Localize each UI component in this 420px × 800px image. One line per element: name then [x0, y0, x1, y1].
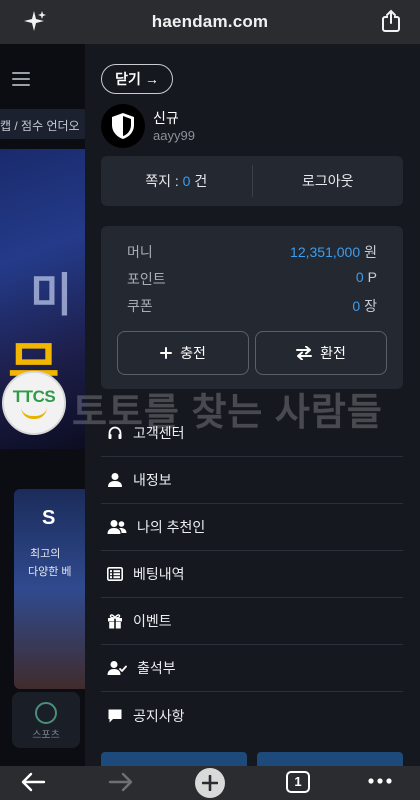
browser-toolbar: 1 — [0, 766, 420, 800]
shield-icon — [112, 113, 134, 139]
points-label: 포인트 — [127, 271, 166, 287]
messages-label: 쪽지 : — [145, 173, 183, 189]
hamburger-icon[interactable] — [12, 72, 30, 86]
promo-line-2: 다양한 베 — [28, 566, 72, 578]
message-icon — [108, 709, 122, 722]
url-text[interactable]: haendam.com — [152, 12, 269, 32]
sparkle-icon[interactable] — [22, 9, 46, 33]
deposit-label: 충전 — [180, 345, 206, 361]
drawer-menu: 고객센터 내정보 나의 추천인 베팅내역 이벤트 출석부 공지사항 — [101, 410, 403, 739]
user-id: aayy99 — [153, 128, 195, 143]
exchange-arrows-icon — [296, 346, 313, 360]
sports-promo-card[interactable]: S 최고의 다양한 베 — [14, 489, 85, 689]
points-unit: P — [367, 269, 377, 285]
withdraw-button[interactable]: 환전 — [255, 331, 387, 375]
watermark-logo-text: TTCS — [12, 387, 56, 406]
share-icon[interactable] — [380, 9, 402, 33]
user-icon — [108, 473, 122, 487]
menu-item-notices[interactable]: 공지사항 — [101, 692, 403, 739]
coupon-row: 쿠폰 0장 — [127, 296, 377, 316]
user-rank: 신규 — [153, 110, 179, 126]
points-row: 포인트 0P — [127, 269, 377, 289]
drawer-footer — [101, 752, 403, 766]
menu-label: 베팅내역 — [133, 566, 185, 582]
soccer-ball-icon — [35, 702, 57, 724]
watermark-logo: TTCS — [2, 371, 66, 435]
tab-sports[interactable]: 스포츠 — [12, 692, 80, 748]
money-unit: 원 — [364, 244, 377, 260]
users-icon — [107, 520, 127, 534]
menu-item-attendance[interactable]: 출석부 — [101, 645, 403, 692]
messages-link[interactable]: 쪽지 : 0 건 — [101, 171, 252, 191]
withdraw-label: 환전 — [320, 345, 346, 361]
forward-icon[interactable] — [108, 771, 134, 793]
menu-label: 출석부 — [137, 660, 176, 676]
plus-icon — [160, 347, 173, 359]
smile-icon — [21, 407, 47, 419]
menu-label: 나의 추천인 — [137, 519, 206, 535]
money-value: 12,351,000 — [290, 244, 361, 260]
deposit-button[interactable]: 충전 — [117, 331, 249, 375]
gift-icon — [108, 614, 122, 629]
user-check-icon — [107, 661, 127, 675]
watermark-text: 토토를 찾는 사람들 — [72, 392, 383, 434]
menu-label: 공지사항 — [133, 707, 185, 724]
messages-unit: 건 — [190, 173, 208, 189]
money-row: 머니 12,351,000 원 — [127, 242, 377, 262]
message-box: 쪽지 : 0 건 로그아웃 — [101, 156, 403, 206]
promo-title: S — [42, 507, 56, 529]
back-icon[interactable] — [20, 771, 46, 793]
new-tab-button[interactable] — [195, 768, 225, 798]
menu-item-my-referrals[interactable]: 나의 추천인 — [101, 504, 403, 551]
menu-item-my-info[interactable]: 내정보 — [101, 457, 403, 504]
close-button[interactable]: 닫기 → — [101, 64, 173, 94]
coupon-value: 0 — [352, 298, 361, 314]
menu-item-events[interactable]: 이벤트 — [101, 598, 403, 645]
menu-label: 이벤트 — [133, 613, 172, 629]
logout-label: 로그아웃 — [301, 173, 354, 189]
browser-url-bar[interactable]: haendam.com — [0, 0, 420, 44]
points-value: 0 — [355, 269, 364, 285]
coupon-unit: 장 — [364, 298, 377, 314]
tab-count[interactable]: 1 — [286, 771, 310, 793]
new-tab-icon — [202, 775, 218, 791]
coupon-label: 쿠폰 — [127, 298, 153, 314]
promo-line-1: 최고의 — [30, 548, 61, 560]
money-label: 머니 — [127, 244, 153, 260]
menu-label: 내정보 — [133, 472, 172, 488]
wallet-card: 머니 12,351,000 원 포인트 0P 쿠폰 0장 충전 환전 — [101, 226, 403, 389]
close-label: 닫기 → — [115, 71, 159, 87]
footer-button-right[interactable] — [257, 752, 403, 766]
list-icon — [107, 567, 123, 581]
menu-item-betting-history[interactable]: 베팅내역 — [101, 551, 403, 598]
banner-text-1: 미 — [30, 269, 73, 321]
tab-sports-label: 스포츠 — [32, 730, 60, 741]
logout-button[interactable]: 로그아웃 — [253, 171, 404, 191]
footer-button-left[interactable] — [101, 752, 247, 766]
more-icon[interactable] — [368, 778, 392, 784]
breadcrumb: 캡 / 점수 언더오 — [0, 109, 85, 139]
avatar — [101, 104, 145, 148]
